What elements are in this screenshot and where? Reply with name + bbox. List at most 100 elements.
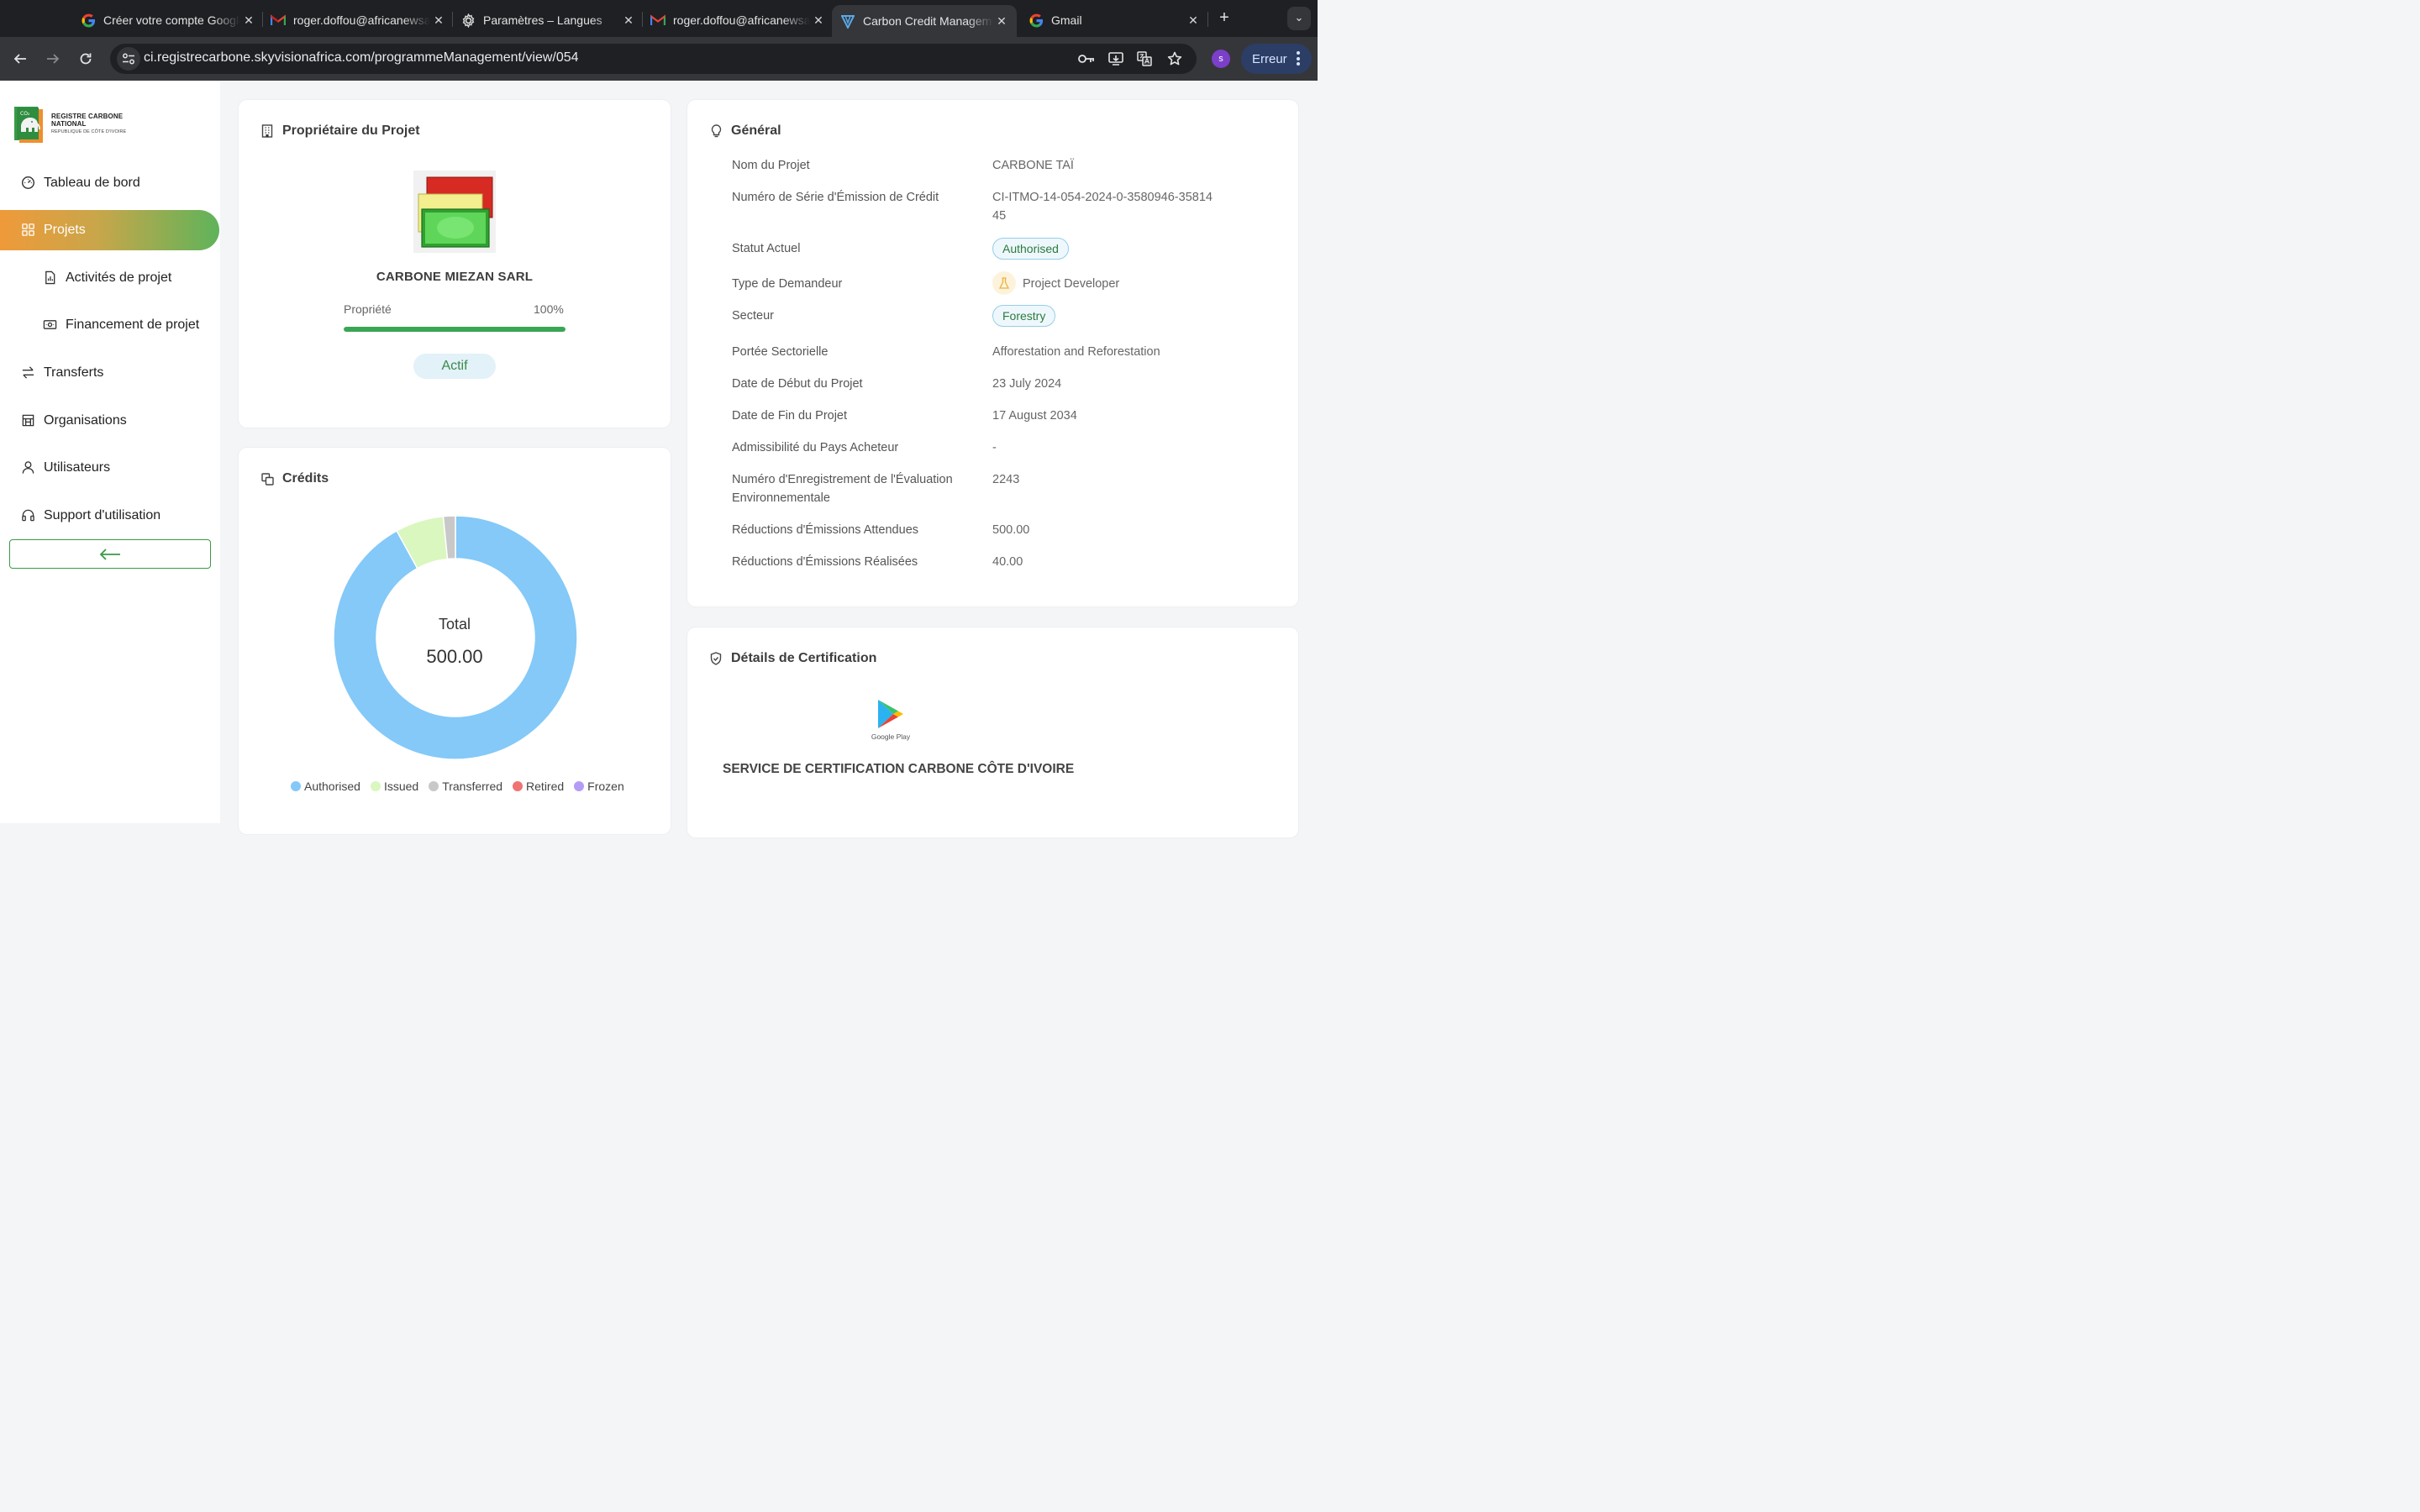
field-label: Réductions d'Émissions Réalisées (732, 555, 918, 569)
legend-swatch (370, 781, 381, 791)
badge-text: CO₂ (20, 111, 30, 117)
sidebar-item-project-financing[interactable]: Financement de projet (0, 305, 220, 345)
donut-total-value: 500.00 (426, 646, 483, 667)
project-owner-card: Propriétaire du Projet CARBONE MIEZAN SA… (239, 100, 671, 428)
tab-separator (452, 12, 453, 27)
gmail-icon (650, 13, 666, 28)
card-title: Propriétaire du Projet (282, 123, 420, 138)
elephant-emblem-icon: CO₂ (14, 107, 43, 143)
browser-tab[interactable]: Gmail ✕ (1028, 5, 1202, 35)
field-value: 40.00 (992, 555, 1023, 569)
gmail-icon (271, 13, 286, 28)
password-key-icon[interactable] (1076, 49, 1097, 69)
close-icon[interactable]: ✕ (1185, 13, 1202, 28)
legend-swatch (429, 781, 439, 791)
ownership-label: Propriété (344, 302, 392, 316)
field-value: Authorised (992, 238, 1236, 260)
close-icon[interactable]: ✕ (810, 13, 827, 28)
credits-card: Crédits Total 500.00 Authorised Issued Tra… (239, 448, 671, 834)
building-store-icon (22, 414, 34, 427)
sidebar-item-label: Support d'utilisation (44, 508, 161, 522)
field-value: - (992, 441, 997, 454)
browser-tab-active[interactable]: Carbon Credit Management ✕ (832, 5, 1017, 37)
tab-separator (262, 12, 263, 27)
bookmark-star-icon[interactable] (1165, 49, 1185, 69)
settings-gear-icon (460, 13, 476, 28)
sidebar: CO₂ REGISTRE CARBONE NATIONAL REPUBLIQUE… (0, 81, 220, 823)
tab-separator (1207, 12, 1208, 27)
ownership-progress-fill (344, 327, 566, 332)
reload-icon[interactable] (74, 47, 97, 71)
legend-label: Retired (526, 780, 565, 793)
brand-subtitle: REPUBLIQUE DE CÔTE D'IVOIRE (51, 129, 127, 134)
site-info-icon[interactable] (117, 47, 140, 71)
url-text: ci.registrecarbone.skyvisionafrica.com/p… (144, 50, 579, 65)
legend-item-transferred[interactable]: Transferred (429, 780, 502, 793)
registry-logo[interactable]: CO₂ REGISTRE CARBONE NATIONAL REPUBLIQUE… (13, 105, 131, 144)
chart-legend: Authorised Issued Transferred Retired Frozen (291, 780, 634, 793)
tab-title: Carbon Credit Management (863, 14, 993, 28)
donut-total-label: Total (438, 616, 471, 633)
arrow-left-icon (99, 548, 120, 560)
tab-search-chevron-icon[interactable]: ⌄ (1287, 7, 1311, 30)
building-icon (260, 124, 274, 138)
close-icon[interactable]: ✕ (620, 13, 637, 28)
sidebar-item-users[interactable]: Utilisateurs (0, 448, 220, 488)
legend-item-frozen[interactable]: Frozen (574, 780, 624, 793)
company-name: CARBONE MIEZAN SARL (376, 270, 534, 284)
close-icon[interactable]: ✕ (993, 14, 1010, 29)
applicant-type: Project Developer (1023, 276, 1120, 291)
collapse-sidebar-button[interactable] (9, 539, 211, 569)
general-info-card: Général Nom du Projet CARBONE TAÏ Numéro… (687, 100, 1298, 606)
sidebar-item-support[interactable]: Support d'utilisation (0, 496, 220, 536)
error-menu-button[interactable]: Erreur (1241, 44, 1312, 74)
field-label: Numéro de Série d'Émission de Crédit (732, 191, 939, 204)
sidebar-item-transfers[interactable]: Transferts (0, 353, 220, 393)
forward-arrow-icon[interactable] (41, 47, 65, 71)
ownership-progress-bar (344, 327, 566, 332)
shield-check-icon (709, 652, 723, 665)
address-bar[interactable]: ci.registrecarbone.skyvisionafrica.com/p… (110, 44, 1197, 74)
field-value: 2243 (992, 473, 1020, 486)
card-header: Crédits (260, 471, 329, 486)
brand-title-line2: NATIONAL (51, 120, 87, 128)
browser-toolbar: ci.registrecarbone.skyvisionafrica.com/p… (0, 37, 1318, 81)
sidebar-item-project-activities[interactable]: Activités de projet (0, 258, 220, 298)
money-icon (43, 320, 57, 329)
legend-item-authorised[interactable]: Authorised (291, 780, 360, 793)
field-label: Secteur (732, 309, 774, 323)
translate-icon[interactable] (1134, 49, 1155, 69)
headset-icon (22, 509, 34, 522)
dashboard-gauge-icon (21, 176, 35, 190)
browser-tab[interactable]: Paramètres – Langues ✕ (460, 5, 637, 35)
legend-swatch (291, 781, 301, 791)
close-icon[interactable]: ✕ (240, 13, 257, 28)
install-app-icon[interactable] (1106, 49, 1126, 69)
field-value: CARBONE TAÏ (992, 159, 1074, 172)
sidebar-item-projects[interactable]: Projets (0, 210, 219, 250)
swap-arrows-icon (22, 366, 34, 379)
card-header: Propriétaire du Projet (260, 123, 420, 139)
sidebar-item-dashboard[interactable]: Tableau de bord (0, 163, 220, 203)
close-icon[interactable]: ✕ (430, 13, 447, 28)
sidebar-item-organisations[interactable]: Organisations (0, 401, 220, 441)
new-tab-plus-icon[interactable]: + (1215, 8, 1234, 29)
card-title: Général (731, 123, 781, 138)
legend-label: Transferred (442, 780, 503, 793)
lightbulb-icon (709, 124, 723, 138)
app-page: CO₂ REGISTRE CARBONE NATIONAL REPUBLIQUE… (0, 81, 1318, 837)
company-logo (413, 171, 496, 253)
browser-tab[interactable]: roger.doffou@africanewsagency.fr ✕ (271, 5, 447, 35)
back-arrow-icon[interactable] (8, 47, 32, 71)
credits-donut-chart (333, 515, 578, 760)
browser-tab[interactable]: Créer votre compte Google ✕ (81, 5, 257, 35)
browser-tab-bar: Créer votre compte Google ✕ roger.doffou… (0, 0, 1318, 37)
legend-item-retired[interactable]: Retired (513, 780, 564, 793)
legend-item-issued[interactable]: Issued (370, 780, 418, 793)
profile-avatar[interactable]: s (1212, 50, 1230, 68)
field-label: Statut Actuel (732, 242, 801, 255)
logo-caption: Google Play (871, 732, 911, 741)
field-value: 23 July 2024 (992, 377, 1062, 391)
legend-label: Frozen (587, 780, 624, 793)
browser-tab[interactable]: roger.doffou@africanewsagency.fr ✕ (650, 5, 827, 35)
